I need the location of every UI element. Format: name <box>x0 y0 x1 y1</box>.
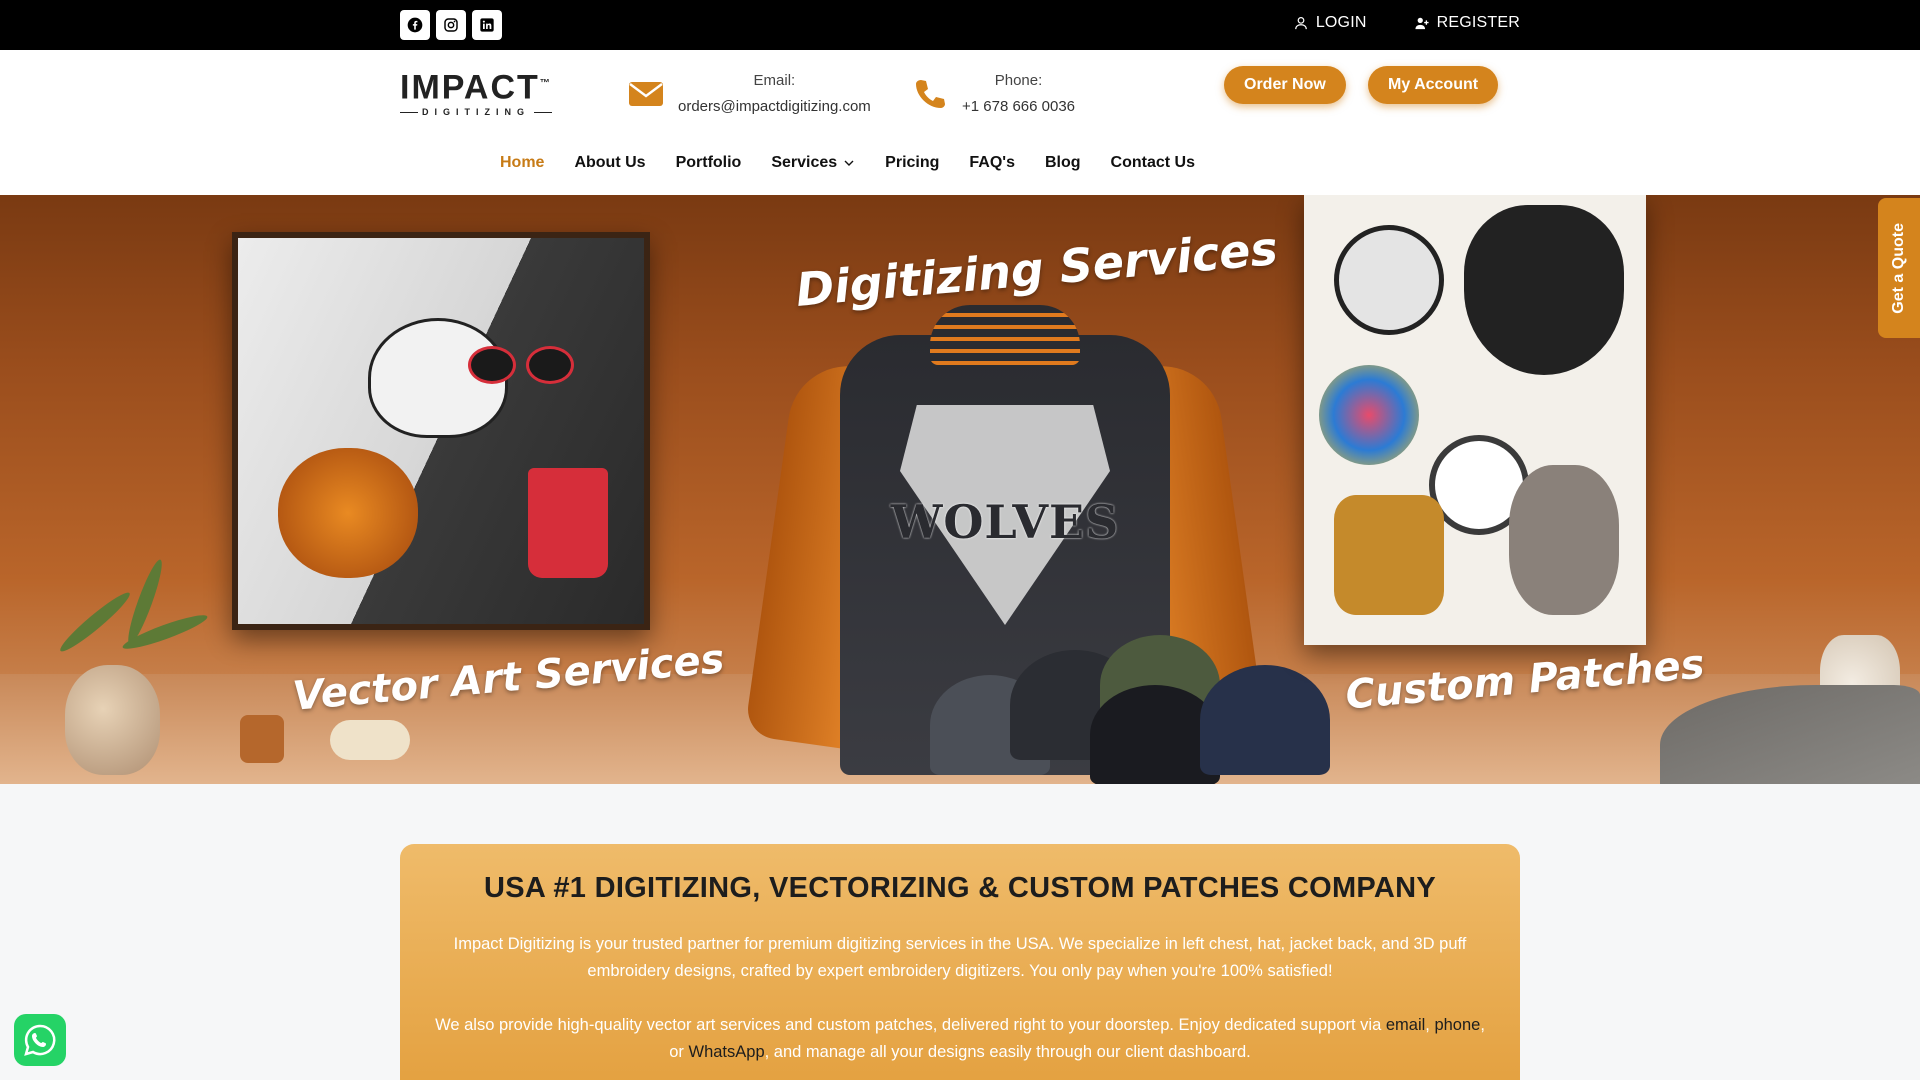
linkedin-link[interactable] <box>472 10 502 40</box>
logo-subtext: DIGITIZING <box>422 107 530 118</box>
thread-spool-image <box>240 715 284 763</box>
logo-trademark: ™ <box>539 78 552 89</box>
whatsapp-icon <box>24 1024 56 1056</box>
hero-banner: WOLVES Digitizing Services Vector Art Se… <box>0 195 1920 784</box>
chevron-down-icon <box>844 160 854 166</box>
site-logo[interactable]: IMPACT™ DIGITIZING <box>400 66 560 118</box>
contact-email: Email: orders@impactdigitizing.com <box>628 68 871 120</box>
nav-blog[interactable]: Blog <box>1045 154 1081 172</box>
top-bar: LOGIN REGISTER <box>0 0 1920 50</box>
instagram-link[interactable] <box>436 10 466 40</box>
email-value[interactable]: orders@impactdigitizing.com <box>678 94 871 120</box>
whatsapp-link[interactable]: WhatsApp <box>689 1043 765 1061</box>
nav-services[interactable]: Services <box>771 154 855 172</box>
auth-links: LOGIN REGISTER <box>1294 0 1520 46</box>
linkedin-icon <box>480 18 494 32</box>
email-label: Email: <box>753 72 796 89</box>
site-header: IMPACT™ DIGITIZING Email: orders@impactd… <box>0 50 1920 195</box>
register-link[interactable]: REGISTER <box>1415 14 1520 32</box>
intro-paragraph-2: We also provide high-quality vector art … <box>435 1016 1485 1061</box>
nav-contact-us[interactable]: Contact Us <box>1111 154 1195 172</box>
facebook-icon <box>407 17 423 33</box>
thread-spool-image <box>330 720 410 760</box>
main-nav: Home About Us Portfolio Services Pricing… <box>500 154 1195 172</box>
hats-image <box>930 635 1330 784</box>
intro-paragraph-1: Impact Digitizing is your trusted partne… <box>453 935 1467 980</box>
nav-services-label: Services <box>771 154 838 171</box>
nav-pricing[interactable]: Pricing <box>885 154 939 172</box>
user-plus-icon <box>1415 17 1429 30</box>
plant-pot-image <box>65 665 160 775</box>
jacket-text: WOLVES <box>890 495 1120 549</box>
get-a-quote-tab[interactable]: Get a Quote <box>1878 198 1920 338</box>
email-link[interactable]: email <box>1386 1016 1425 1034</box>
phone-label: Phone: <box>994 72 1043 89</box>
nav-portfolio[interactable]: Portfolio <box>676 154 742 172</box>
social-links <box>400 10 502 40</box>
custom-patches-board-image <box>1304 195 1646 645</box>
order-now-button[interactable]: Order Now <box>1224 66 1346 104</box>
whatsapp-button[interactable] <box>14 1014 66 1066</box>
envelope-icon <box>628 76 664 112</box>
register-label: REGISTER <box>1436 14 1520 31</box>
intro-heading: USA #1 DIGITIZING, VECTORIZING & CUSTOM … <box>483 872 1437 904</box>
get-a-quote-label: Get a Quote <box>1890 222 1907 314</box>
facebook-link[interactable] <box>400 10 430 40</box>
user-icon <box>1294 16 1307 30</box>
vector-art-frame-image <box>232 232 650 630</box>
intro-card: USA #1 DIGITIZING, VECTORIZING & CUSTOM … <box>400 844 1520 1080</box>
contact-phone: Phone: +1 678 666 0036 <box>912 68 1075 120</box>
phone-link[interactable]: phone <box>1434 1016 1480 1034</box>
phone-icon <box>912 76 948 112</box>
nav-home[interactable]: Home <box>500 154 544 172</box>
login-link[interactable]: LOGIN <box>1294 14 1367 32</box>
nav-about-us[interactable]: About Us <box>574 154 645 172</box>
logo-text: IMPACT <box>400 68 540 107</box>
phone-value[interactable]: +1 678 666 0036 <box>962 94 1075 120</box>
instagram-icon <box>444 18 458 32</box>
login-label: LOGIN <box>1315 14 1367 31</box>
nav-faqs[interactable]: FAQ's <box>969 154 1015 172</box>
my-account-button[interactable]: My Account <box>1368 66 1499 104</box>
